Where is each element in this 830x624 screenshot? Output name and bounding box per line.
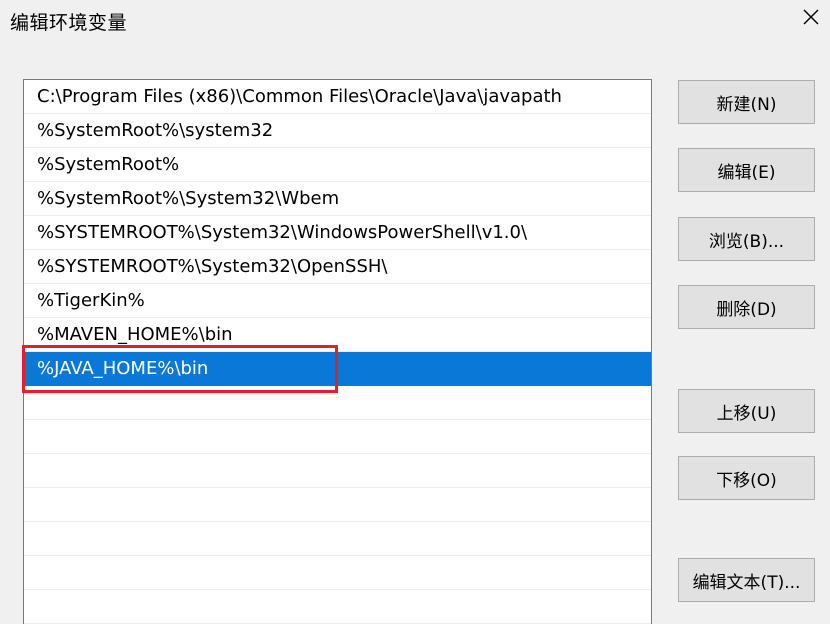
empty-row[interactable] (24, 590, 651, 624)
new-button[interactable]: 新建(N) (678, 80, 815, 124)
path-item[interactable]: %SYSTEMROOT%\System32\WindowsPowerShell\… (24, 216, 651, 250)
close-icon (802, 8, 820, 30)
path-item[interactable]: %MAVEN_HOME%\bin (24, 318, 651, 352)
path-item[interactable]: %TigerKin% (24, 284, 651, 318)
close-button[interactable] (796, 4, 826, 34)
empty-row[interactable] (24, 386, 651, 420)
path-list[interactable]: C:\Program Files (x86)\Common Files\Orac… (23, 79, 652, 624)
empty-row[interactable] (24, 454, 651, 488)
empty-row[interactable] (24, 488, 651, 522)
edit-text-button[interactable]: 编辑文本(T)... (678, 558, 815, 602)
path-item[interactable]: %SYSTEMROOT%\System32\OpenSSH\ (24, 250, 651, 284)
edit-env-variable-dialog: 编辑环境变量 C:\Program Files (x86)\Common Fil… (0, 0, 830, 624)
path-item-selected[interactable]: %JAVA_HOME%\bin (24, 352, 651, 386)
move-down-button[interactable]: 下移(O) (678, 456, 815, 500)
delete-button[interactable]: 删除(D) (678, 285, 815, 329)
path-item[interactable]: %SystemRoot%\System32\Wbem (24, 182, 651, 216)
browse-button[interactable]: 浏览(B)... (678, 217, 815, 261)
empty-row[interactable] (24, 556, 651, 590)
edit-button[interactable]: 编辑(E) (678, 148, 815, 192)
path-item[interactable]: %SystemRoot%\system32 (24, 114, 651, 148)
move-up-button[interactable]: 上移(U) (678, 389, 815, 433)
path-item[interactable]: C:\Program Files (x86)\Common Files\Orac… (24, 80, 651, 114)
path-item[interactable]: %SystemRoot% (24, 148, 651, 182)
dialog-title: 编辑环境变量 (10, 12, 128, 34)
empty-row[interactable] (24, 522, 651, 556)
empty-row[interactable] (24, 420, 651, 454)
